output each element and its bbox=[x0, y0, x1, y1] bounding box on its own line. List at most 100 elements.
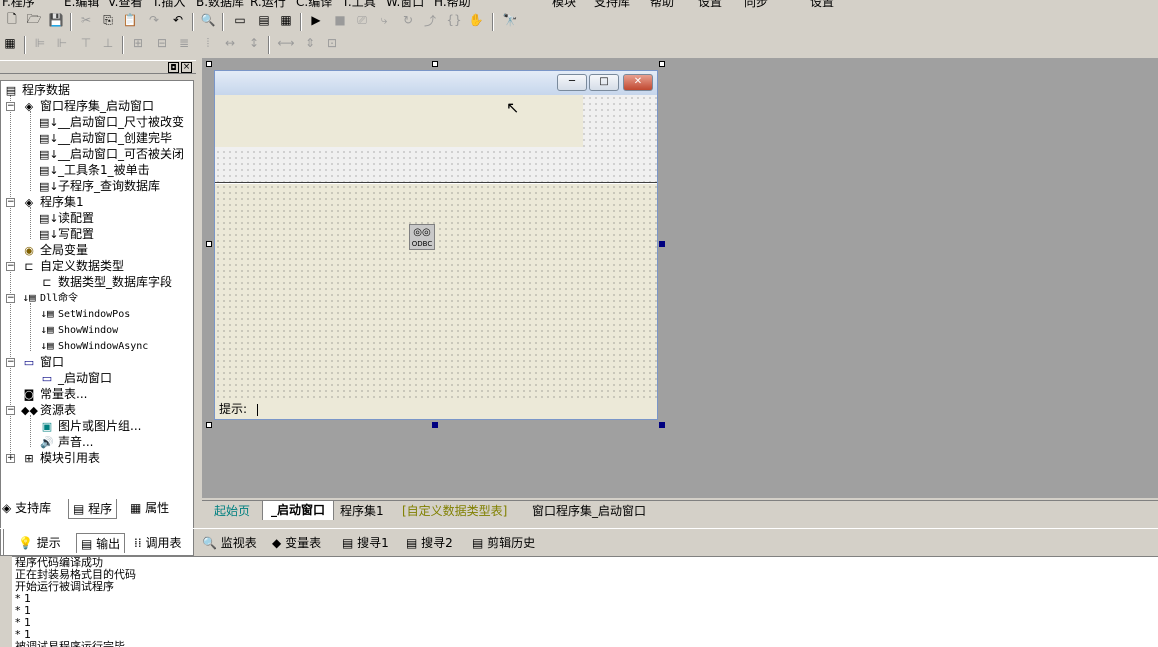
menu-database[interactable]: B.数据库 bbox=[196, 0, 244, 8]
redo-icon[interactable]: ↷ bbox=[144, 11, 164, 29]
menu-compile[interactable]: C.编译 bbox=[296, 0, 332, 8]
align-right-icon[interactable]: ⊩ bbox=[52, 34, 72, 52]
center-v-icon[interactable]: ⊟ bbox=[152, 34, 172, 52]
menu-sync[interactable]: 同步 bbox=[744, 0, 768, 8]
tab-search2[interactable]: ▤ 搜寻2 bbox=[406, 533, 453, 553]
tab-properties[interactable]: ▦ 属性 bbox=[130, 499, 169, 517]
tab-search1[interactable]: ▤ 搜寻1 bbox=[342, 533, 389, 553]
tab-window-assembly[interactable]: 窗口程序集_启动窗口 bbox=[524, 502, 654, 520]
space-h-icon[interactable]: ⦙ bbox=[198, 34, 218, 52]
menu-module[interactable]: 模块 bbox=[552, 0, 576, 8]
tree-node[interactable]: ◉ 全局变量 bbox=[21, 242, 88, 258]
resize-handle[interactable] bbox=[206, 422, 212, 428]
menu-settings2[interactable]: 设置 bbox=[810, 0, 834, 8]
tree-node[interactable]: ▭ 窗口 bbox=[21, 354, 64, 370]
height-icon[interactable]: ↕ bbox=[244, 34, 264, 52]
braces-icon[interactable]: {} bbox=[444, 11, 464, 29]
tab-custom-types[interactable]: [自定义数据类型表] bbox=[394, 502, 515, 520]
tree-node[interactable]: ⊏ 数据类型_数据库字段 bbox=[39, 274, 172, 290]
menu-support-lib[interactable]: 支持库 bbox=[594, 0, 630, 8]
space-v-icon[interactable]: ≣ bbox=[174, 34, 194, 52]
copy-icon[interactable]: ⎘ bbox=[98, 11, 118, 29]
cut-icon[interactable]: ✂ bbox=[76, 11, 96, 29]
resize-handle[interactable] bbox=[206, 61, 212, 67]
tree-node[interactable]: ↓▤ Dll命令 bbox=[21, 290, 78, 306]
step-out-icon[interactable]: ⤴ bbox=[420, 11, 440, 29]
tree-node[interactable]: ▤↓__启动窗口_尺寸被改变 bbox=[39, 114, 184, 130]
menu-window[interactable]: W.窗口 bbox=[386, 0, 424, 8]
minimize-icon[interactable]: ─ bbox=[557, 74, 587, 91]
tree-node[interactable]: ▤↓子程序_查询数据库 bbox=[39, 178, 160, 194]
calculator-icon[interactable]: ▦ bbox=[0, 34, 20, 52]
tree-node[interactable]: ⊏ 自定义数据类型 bbox=[21, 258, 124, 274]
align-top-icon[interactable]: ⊤ bbox=[76, 34, 96, 52]
step-into-icon[interactable]: ⤷ bbox=[374, 11, 394, 29]
same-height-icon[interactable]: ⇕ bbox=[300, 34, 320, 52]
tab-hint[interactable]: 💡 提示 bbox=[18, 533, 61, 553]
resize-handle[interactable] bbox=[659, 61, 665, 67]
new-file-icon[interactable]: 🗋 bbox=[2, 11, 22, 29]
odbc-component-icon[interactable]: ◎◎ ODBC bbox=[409, 224, 435, 250]
tree-node[interactable]: ▤↓写配置 bbox=[39, 226, 94, 242]
expand-icon[interactable]: + bbox=[6, 454, 15, 463]
tree-node[interactable]: ◈ 窗口程序集_启动窗口 bbox=[21, 98, 154, 114]
resize-handle[interactable] bbox=[432, 61, 438, 67]
tree-node[interactable]: ▣ 图片或图片组... bbox=[39, 418, 142, 434]
undo-icon[interactable]: ↶ bbox=[168, 11, 188, 29]
resize-handle[interactable] bbox=[659, 241, 665, 247]
form-titlebar[interactable]: ─ □ ✕ bbox=[215, 71, 657, 95]
find-icon[interactable]: 🔍 bbox=[198, 11, 218, 29]
menu-settings[interactable]: 设置 bbox=[698, 0, 722, 8]
collapse-icon[interactable]: − bbox=[6, 198, 15, 207]
form-statusbar[interactable]: 提示: bbox=[215, 399, 657, 419]
open-folder-icon[interactable]: 🗁 bbox=[24, 11, 44, 29]
tab-variables[interactable]: ◆ 变量表 bbox=[272, 533, 321, 553]
save-icon[interactable]: 💾 bbox=[46, 11, 66, 29]
center-h-icon[interactable]: ⊞ bbox=[128, 34, 148, 52]
tree-node[interactable]: ▤↓__启动窗口_创建完毕 bbox=[39, 130, 172, 146]
tree-node[interactable]: ▤ 程序数据 bbox=[3, 82, 70, 98]
step-over-icon[interactable]: ↻ bbox=[398, 11, 418, 29]
tree-node[interactable]: ⊞ 模块引用表 bbox=[21, 450, 100, 466]
layout2-icon[interactable]: ▤ bbox=[254, 11, 274, 29]
collapse-icon[interactable]: − bbox=[6, 102, 15, 111]
menu-help2[interactable]: 帮助 bbox=[650, 0, 674, 8]
hand-icon[interactable]: ✋ bbox=[466, 11, 486, 29]
tab-call-stack[interactable]: ⁞⁞ 调用表 bbox=[134, 533, 181, 553]
menu-tools[interactable]: T.工具 bbox=[342, 0, 376, 8]
width-icon[interactable]: ↔ bbox=[220, 34, 240, 52]
collapse-icon[interactable]: − bbox=[6, 262, 15, 271]
collapse-icon[interactable]: − bbox=[6, 358, 15, 367]
tree-node[interactable]: ↓▤ SetWindowPos bbox=[39, 306, 130, 322]
tree-node[interactable]: ▤↓_工具条1_被单击 bbox=[39, 162, 150, 178]
output-console[interactable]: 程序代码编译成功 正在封装易格式目的代码 开始运行被调试程序 * 1 * 1 *… bbox=[12, 556, 1158, 647]
collapse-icon[interactable]: − bbox=[6, 294, 15, 303]
tab-watch[interactable]: 🔍 监视表 bbox=[202, 533, 257, 553]
same-width-icon[interactable]: ⟷ bbox=[276, 34, 296, 52]
binoculars-icon[interactable]: 🔭 bbox=[500, 11, 520, 29]
resize-handle[interactable] bbox=[206, 241, 212, 247]
menu-edit[interactable]: E.编辑 bbox=[64, 0, 99, 8]
tab-startup-window[interactable]: _启动窗口 bbox=[262, 501, 335, 520]
collapse-icon[interactable]: − bbox=[6, 406, 15, 415]
step-icon[interactable]: ⎚ bbox=[352, 11, 372, 29]
menu-insert[interactable]: I.插入 bbox=[154, 0, 185, 8]
form-client-area[interactable]: ◎◎ ODBC bbox=[215, 184, 657, 399]
tree-node[interactable]: ↓▤ ShowWindowAsync bbox=[39, 338, 148, 354]
same-size-icon[interactable]: ⊡ bbox=[322, 34, 342, 52]
paste-icon[interactable]: 📋 bbox=[120, 11, 140, 29]
restore-icon[interactable]: ◘ bbox=[168, 62, 179, 73]
maximize-icon[interactable]: □ bbox=[589, 74, 619, 91]
form-designer[interactable]: ─ □ ✕ ◎◎ ODBC 提示: ↖ bbox=[202, 58, 1158, 498]
tree-node[interactable]: ▭ _启动窗口 bbox=[39, 370, 112, 386]
align-left-icon[interactable]: ⊫ bbox=[30, 34, 50, 52]
tab-clip-history[interactable]: ▤ 剪辑历史 bbox=[472, 533, 535, 553]
tab-support-lib[interactable]: ◈ 支持库 bbox=[2, 499, 51, 517]
tree-node[interactable]: ▤↓读配置 bbox=[39, 210, 94, 226]
resize-handle[interactable] bbox=[432, 422, 438, 428]
close-icon[interactable]: ✕ bbox=[623, 74, 653, 91]
tree-node[interactable]: ◈ 程序集1 bbox=[21, 194, 84, 210]
tree-node[interactable]: ◙ 常量表... bbox=[21, 386, 88, 402]
stop-icon[interactable]: ■ bbox=[330, 11, 350, 29]
menu-view[interactable]: V.查看 bbox=[108, 0, 142, 8]
